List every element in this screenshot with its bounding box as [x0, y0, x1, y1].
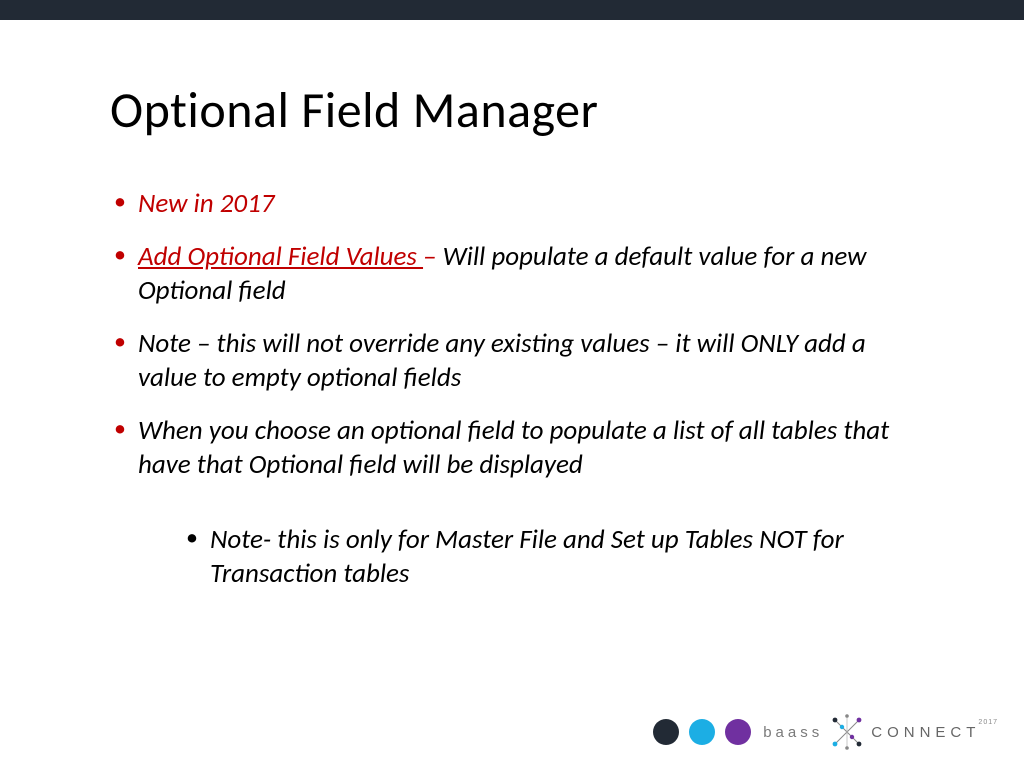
bullet-text-red: New in 2017 — [138, 187, 274, 220]
top-bar — [0, 0, 1024, 20]
dot-icon — [725, 719, 751, 745]
slide-title: Optional Field Manager — [110, 80, 924, 141]
brand-name-left: baass — [763, 724, 823, 741]
logo-x-icon — [829, 714, 865, 750]
sub-bullet-text: Note- this is only for Master File and S… — [210, 523, 844, 591]
bullet-text: Note – this will not override any existi… — [138, 327, 866, 395]
bullet-item: Add Optional Field Values – Will populat… — [110, 240, 924, 309]
brand-year: 2017 — [978, 719, 998, 726]
bullet-item: Note – this will not override any existi… — [110, 327, 924, 396]
bullet-item: When you choose an optional field to pop… — [110, 414, 924, 592]
bullet-list: New in 2017 Add Optional Field Values – … — [110, 187, 924, 592]
bullet-text: When you choose an optional field to pop… — [138, 414, 889, 482]
sub-bullet-item: Note- this is only for Master File and S… — [182, 523, 924, 592]
brand-name-right: CONNECT — [871, 724, 980, 741]
brand: baass CONNECT 2017 — [763, 714, 1004, 750]
sub-bullet-list: Note- this is only for Master File and S… — [182, 523, 924, 592]
bullet-item: New in 2017 — [110, 187, 924, 222]
slide-body: Optional Field Manager New in 2017 Add O… — [0, 20, 1024, 768]
footer: baass CONNECT 2017 — [653, 714, 1004, 750]
dot-icon — [689, 719, 715, 745]
dot-icon — [653, 719, 679, 745]
bullet-link-text: Add Optional Field Values — [138, 240, 423, 273]
bullet-dash: – — [423, 240, 436, 273]
footer-dots — [653, 719, 751, 745]
